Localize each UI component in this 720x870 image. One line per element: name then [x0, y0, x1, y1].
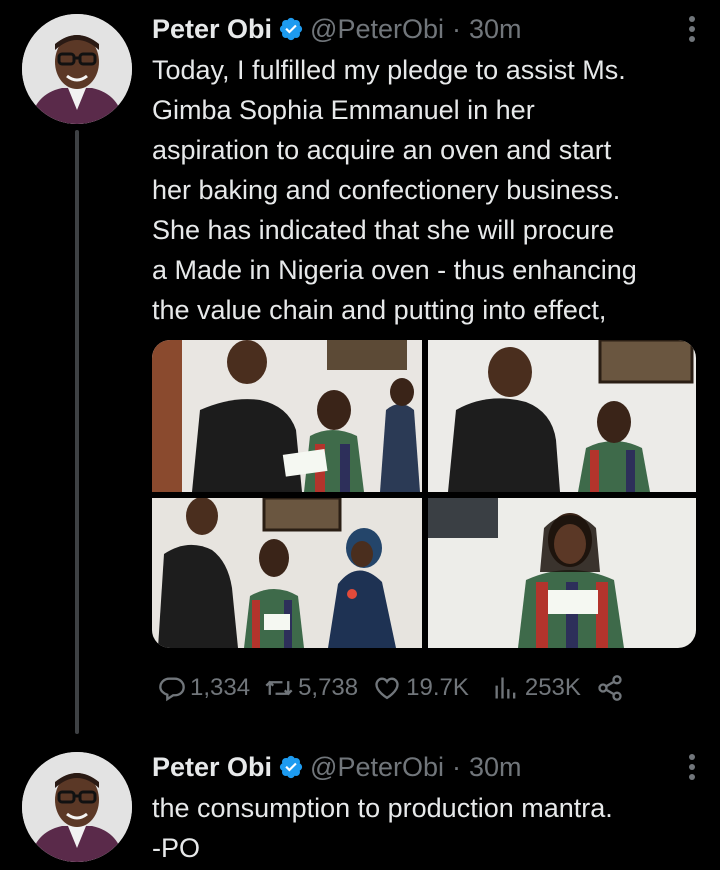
- photo-4[interactable]: [428, 498, 696, 648]
- views-button[interactable]: 253K: [491, 674, 581, 702]
- display-name[interactable]: Peter Obi: [152, 14, 272, 45]
- views-icon: [495, 677, 516, 699]
- tweet-1[interactable]: Peter Obi @PeterObi · 30m Today, I fulfi…: [0, 0, 720, 740]
- photo-image: [428, 498, 696, 648]
- timestamp[interactable]: 30m: [469, 14, 522, 45]
- tweet-text: Today, I fulfilled my pledge to assist M…: [152, 55, 637, 325]
- like-count: 19.7K: [406, 674, 469, 701]
- photo-image: [152, 340, 422, 492]
- photo-image: [152, 498, 422, 648]
- avatar-photo: [22, 14, 132, 124]
- thread-line: [75, 130, 79, 734]
- photo-1[interactable]: [152, 340, 422, 492]
- avatar[interactable]: [22, 14, 132, 124]
- avatar-photo: [22, 752, 132, 862]
- timestamp[interactable]: 30m: [469, 752, 522, 783]
- photo-3[interactable]: [152, 498, 422, 648]
- tweet-content: Peter Obi @PeterObi · 30m Today, I fulfi…: [152, 12, 700, 330]
- tweet-2[interactable]: Peter Obi @PeterObi · 30m the consumptio…: [0, 740, 720, 870]
- avatar[interactable]: [22, 752, 132, 862]
- like-button[interactable]: 19.7K: [372, 674, 469, 702]
- share-icon: [598, 675, 622, 701]
- user-handle[interactable]: @PeterObi: [310, 14, 444, 45]
- tweet-header: Peter Obi @PeterObi · 30m: [152, 750, 700, 784]
- user-handle[interactable]: @PeterObi: [310, 752, 444, 783]
- share-button[interactable]: [595, 674, 629, 702]
- tweet-header: Peter Obi @PeterObi · 30m: [152, 12, 700, 46]
- tweet-content: Peter Obi @PeterObi · 30m the consumptio…: [152, 750, 700, 868]
- reply-icon: [159, 677, 185, 702]
- photo-2[interactable]: [428, 340, 696, 492]
- separator-dot: ·: [452, 13, 462, 44]
- views-count: 253K: [524, 674, 581, 701]
- separator-dot: ·: [452, 751, 462, 782]
- more-vertical-icon[interactable]: [682, 752, 702, 782]
- heart-icon: [375, 677, 399, 700]
- reply-button[interactable]: 1,334: [158, 674, 250, 702]
- retweet-icon: [265, 680, 293, 696]
- reply-count: 1,334: [190, 674, 251, 701]
- tweet-actions: 1,334 5,738 19.7K 253K: [158, 672, 643, 704]
- photo-image: [428, 340, 696, 492]
- verified-badge-icon: [279, 755, 303, 779]
- tweet-text: the consumption to production mantra. -P…: [152, 793, 613, 863]
- display-name[interactable]: Peter Obi: [152, 752, 272, 783]
- retweet-count: 5,738: [298, 674, 359, 701]
- verified-badge-icon: [279, 17, 303, 41]
- more-vertical-icon[interactable]: [682, 14, 702, 44]
- media-grid[interactable]: [152, 340, 696, 648]
- retweet-button[interactable]: 5,738: [264, 674, 358, 702]
